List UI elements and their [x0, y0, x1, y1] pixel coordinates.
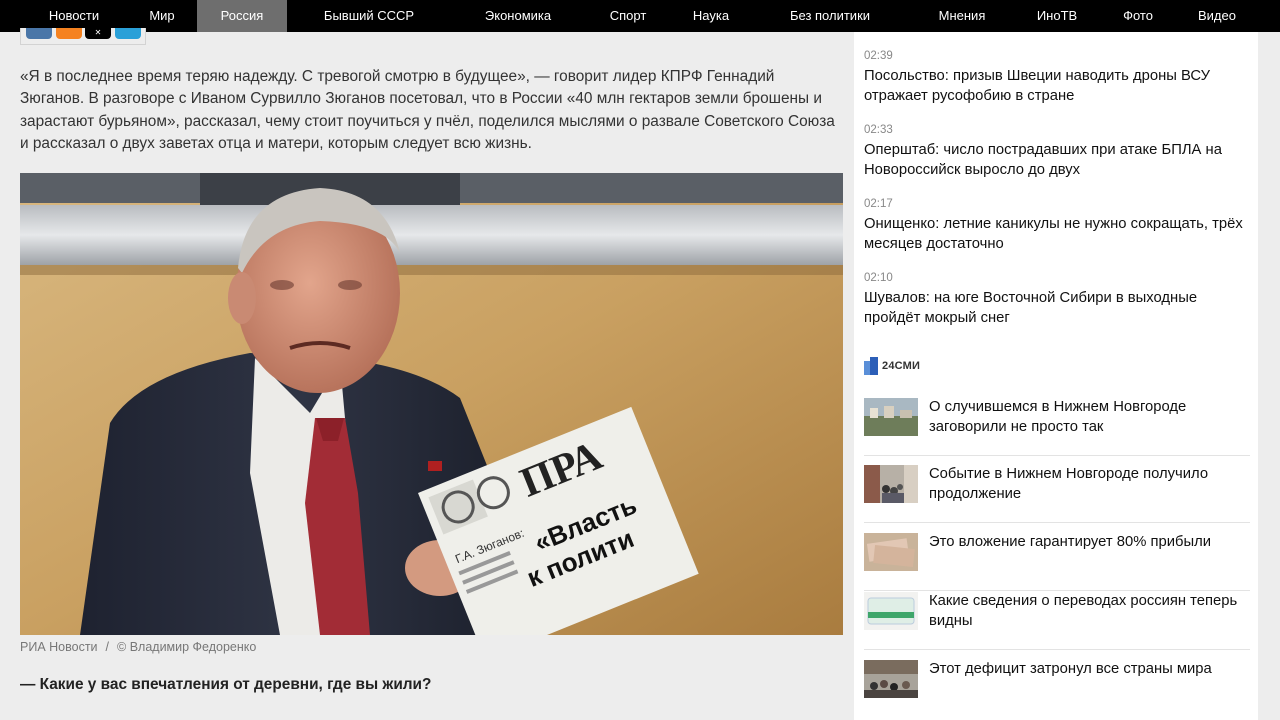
news-time: 02:10 [864, 272, 893, 284]
interview-question: — Какие у вас впечатления от деревни, гд… [20, 676, 432, 693]
x-icon[interactable]: ✕ [85, 28, 111, 39]
24smi-logo-icon [864, 357, 880, 375]
vk-icon[interactable] [26, 28, 52, 39]
news-item[interactable]: 02:10 Шувалов: на юге Восточной Сибири в… [864, 271, 1244, 328]
odnoklassniki-icon[interactable] [56, 28, 82, 39]
partner-logo-24smi[interactable]: 24СМИ [864, 357, 920, 375]
photo-caption: РИА Новости / © Владимир Федоренко [20, 640, 256, 654]
promo-item[interactable]: Этот дефицит затронул все страны мира [864, 660, 1250, 718]
promo-thumbnail [864, 660, 918, 698]
nav-item-inotv[interactable]: ИноТВ [1025, 0, 1089, 32]
nav-item-foto[interactable]: Фото [1110, 0, 1166, 32]
promo-text[interactable]: О случившемся в Нижнем Новгороде заговор… [929, 398, 1249, 455]
article-photo: ПРА Г.А. Зюганов: «Власть к полити [20, 173, 843, 635]
news-item[interactable]: 02:39 Посольство: призыв Швеции наводить… [864, 49, 1244, 106]
news-item[interactable]: 02:17 Онищенко: летние каникулы не нужно… [864, 197, 1244, 254]
news-title[interactable]: Оперштаб: число пострадавших при атаке Б… [864, 140, 1244, 180]
promo-text[interactable]: Это вложение гарантирует 80% прибыли [929, 533, 1249, 590]
telegram-icon[interactable] [115, 28, 141, 39]
nav-item-sport[interactable]: Спорт [596, 0, 660, 32]
promo-thumbnail [864, 465, 918, 503]
news-title[interactable]: Онищенко: летние каникулы не нужно сокра… [864, 214, 1244, 254]
top-navigation: Новости Мир Россия Бывший СССР Экономика… [0, 0, 1280, 32]
article-lead: «Я в последнее время теряю надежду. С тр… [20, 68, 835, 153]
nav-item-ekonomika[interactable]: Экономика [470, 0, 566, 32]
promo-item[interactable]: Это вложение гарантирует 80% прибыли [864, 533, 1250, 591]
nav-item-byvshiy-sssr[interactable]: Бывший СССР [314, 0, 424, 32]
nav-item-rossiya[interactable]: Россия [197, 0, 287, 32]
caption-author: © Владимир Федоренко [117, 640, 257, 654]
news-time: 02:17 [864, 198, 893, 210]
promo-item[interactable]: О случившемся в Нижнем Новгороде заговор… [864, 398, 1250, 456]
promo-item[interactable]: Событие в Нижнем Новгороде получило прод… [864, 465, 1250, 523]
news-title[interactable]: Посольство: призыв Швеции наводить дроны… [864, 66, 1244, 106]
news-time: 02:39 [864, 50, 893, 62]
news-item[interactable]: 02:33 Оперштаб: число пострадавших при а… [864, 123, 1244, 180]
news-sidebar: 02:39 Посольство: призыв Швеции наводить… [854, 32, 1258, 720]
promo-text[interactable]: Какие сведения о переводах россиян тепер… [929, 592, 1249, 649]
promo-thumbnail [864, 398, 918, 436]
promo-text[interactable]: Этот дефицит затронул все страны мира [929, 660, 1249, 718]
promo-item[interactable]: Какие сведения о переводах россиян тепер… [864, 592, 1250, 650]
promo-text[interactable]: Событие в Нижнем Новгороде получило прод… [929, 465, 1249, 522]
news-time: 02:33 [864, 124, 893, 136]
nav-item-mneniya[interactable]: Мнения [924, 0, 1000, 32]
news-title[interactable]: Шувалов: на юге Восточной Сибири в выход… [864, 288, 1244, 328]
share-buttons: ✕ [20, 28, 146, 45]
caption-source[interactable]: РИА Новости [20, 640, 98, 654]
partner-logo-text: 24СМИ [882, 360, 921, 372]
nav-item-video[interactable]: Видео [1188, 0, 1246, 32]
nav-item-bez-politiki[interactable]: Без политики [775, 0, 885, 32]
nav-item-nauka[interactable]: Наука [680, 0, 742, 32]
promo-thumbnail [864, 592, 918, 630]
promo-thumbnail [864, 533, 918, 571]
page-scrollbar[interactable] [1258, 32, 1280, 720]
caption-separator: / [105, 640, 110, 654]
